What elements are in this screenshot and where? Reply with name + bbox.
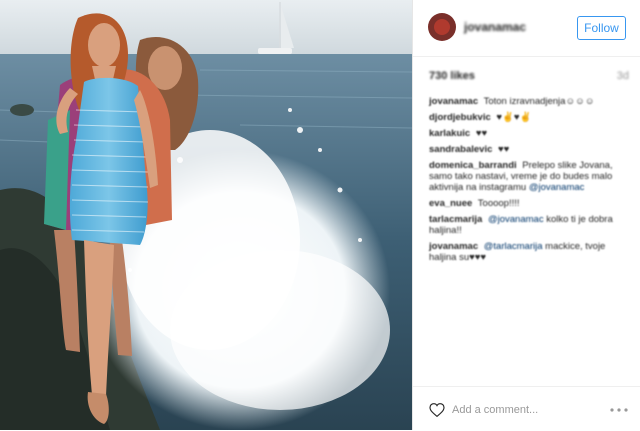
- post-photo[interactable]: [0, 0, 412, 430]
- comment-text: ♥✌♥✌: [496, 112, 532, 123]
- comment-item: eva_nuee Toooop!!!!: [429, 198, 629, 209]
- comment-username[interactable]: karlakuic: [429, 128, 470, 139]
- comment-username[interactable]: jovanamac: [429, 96, 478, 107]
- comment-item: sandrabalevic ♥♥: [429, 144, 629, 155]
- heart-icon[interactable]: [429, 403, 445, 417]
- post-header: jovanamac Follow: [413, 0, 640, 57]
- more-icon[interactable]: [610, 408, 628, 412]
- comment-text: Toton izravnadjenja☺☺☺: [483, 96, 595, 107]
- comment-item: jovanamac @tarlacmarija mackice, tvoje h…: [429, 241, 629, 263]
- beach-photo-illustration: [0, 0, 412, 430]
- comment-text: ♥♥: [475, 128, 488, 139]
- add-comment-input[interactable]: Add a comment...: [452, 404, 538, 416]
- comment-username[interactable]: sandrabalevic: [429, 144, 492, 155]
- comment-username[interactable]: eva_nuee: [429, 198, 472, 209]
- comment-item: domenica_barrandi Prelepo slike Jovana, …: [429, 160, 629, 193]
- post-footer: Add a comment...: [413, 386, 640, 431]
- comment-text: ♥♥: [498, 144, 510, 155]
- instagram-post-view: jovanamac Follow 730 likes 3d jovanamac …: [0, 0, 640, 430]
- comment-mention[interactable]: @jovanamac: [529, 182, 585, 193]
- comment-item: tarlacmarija @jovanamac kolko ti je dobr…: [429, 214, 629, 236]
- comment-mention[interactable]: @jovanamac: [488, 214, 544, 225]
- post-stats: 730 likes 3d: [429, 70, 629, 86]
- comment-item: karlakuic ♥♥: [429, 128, 629, 139]
- header-username[interactable]: jovanamac: [464, 20, 526, 34]
- comment-username[interactable]: djordjebukvic: [429, 112, 491, 123]
- likes-count[interactable]: 730 likes: [429, 70, 475, 82]
- follow-button[interactable]: Follow: [577, 16, 626, 40]
- comment-username[interactable]: tarlacmarija: [429, 214, 482, 225]
- avatar-image: [434, 19, 450, 35]
- comment-text: Toooop!!!!: [477, 198, 520, 209]
- comment-item: djordjebukvic ♥✌♥✌: [429, 112, 629, 123]
- comment-mention[interactable]: @tarlacmarija: [484, 241, 543, 252]
- post-age[interactable]: 3d: [617, 70, 629, 82]
- post-sidebar: jovanamac Follow 730 likes 3d jovanamac …: [413, 0, 640, 430]
- comment-item: jovanamac Toton izravnadjenja☺☺☺: [429, 96, 629, 107]
- comment-username[interactable]: jovanamac: [429, 241, 478, 252]
- comment-list: jovanamac Toton izravnadjenja☺☺☺ djordje…: [429, 96, 629, 268]
- comment-username[interactable]: domenica_barrandi: [429, 160, 517, 171]
- avatar[interactable]: [428, 13, 456, 41]
